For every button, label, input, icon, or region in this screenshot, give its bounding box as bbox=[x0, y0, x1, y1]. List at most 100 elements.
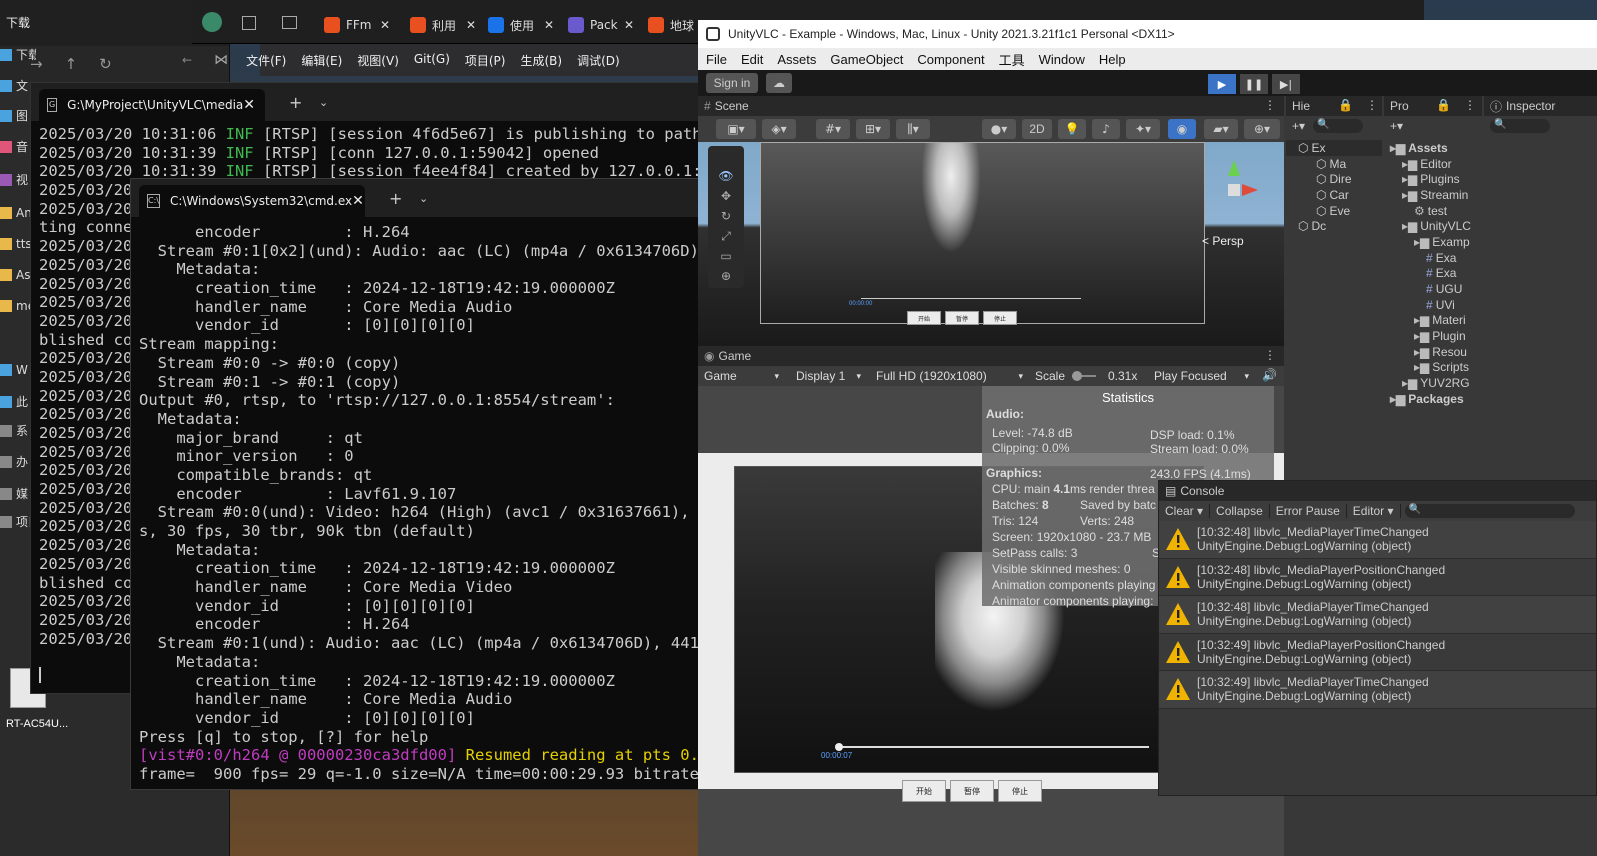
hierarchy-search[interactable]: 🔍 bbox=[1313, 119, 1364, 133]
collections-icon[interactable] bbox=[242, 16, 256, 30]
video-progress-thumb[interactable] bbox=[835, 743, 843, 751]
vs-menu-item[interactable]: Git(G) bbox=[414, 52, 450, 69]
close-icon[interactable]: ✕ bbox=[380, 18, 390, 32]
browser-profile-icon[interactable] bbox=[202, 12, 222, 32]
close-icon[interactable]: ✕ bbox=[466, 18, 476, 32]
project-tree-item[interactable]: ▸▆ Streamin bbox=[1384, 187, 1482, 203]
hidden-objects-icon[interactable]: ◉ bbox=[1168, 119, 1196, 139]
chevron-down-icon[interactable]: ⌄ bbox=[319, 96, 328, 109]
resolution-dropdown[interactable]: Full HD (1920x1080) bbox=[870, 366, 1028, 386]
video-control-button[interactable]: 停止 bbox=[998, 780, 1042, 802]
audio-icon[interactable]: 🔊 bbox=[1262, 368, 1277, 382]
scale-slider-thumb[interactable] bbox=[1072, 371, 1082, 381]
back-icon[interactable]: ← bbox=[182, 53, 192, 67]
hierarchy-item[interactable]: ⬡ Dire bbox=[1286, 171, 1382, 187]
play-button[interactable]: ▶ bbox=[1208, 74, 1236, 94]
collapse-button[interactable]: Collapse bbox=[1210, 504, 1270, 518]
more-options-icon[interactable]: ⋮ bbox=[1264, 348, 1276, 362]
more-options-icon[interactable]: ⋮ bbox=[1366, 98, 1378, 112]
project-tree-item[interactable]: ▸▆ Packages bbox=[1384, 391, 1482, 407]
project-tree-item[interactable]: # UVi bbox=[1384, 297, 1482, 313]
hierarchy-tab[interactable]: Hie 🔒 ⋮ bbox=[1286, 96, 1382, 116]
add-icon[interactable]: +▾ bbox=[1292, 119, 1305, 133]
console-log-entry[interactable]: [10:32:48] libvlc_MediaPlayerTimeChanged… bbox=[1159, 596, 1596, 634]
cloud-icon[interactable]: ☁ bbox=[766, 73, 792, 93]
vs-menu-item[interactable]: 编辑(E) bbox=[301, 52, 342, 69]
refresh-icon[interactable]: ↻ bbox=[99, 55, 112, 73]
editor-dropdown[interactable]: Editor ▾ bbox=[1347, 504, 1401, 518]
transform-tool-icon[interactable]: ⊕ bbox=[708, 266, 744, 286]
increment-snap-icon[interactable]: ⊞▾ bbox=[856, 119, 890, 139]
unity-menu-item[interactable]: Help bbox=[1099, 52, 1126, 67]
scene-tab[interactable]: # Scene ⋮ bbox=[698, 96, 1284, 116]
hierarchy-item[interactable]: ⬡ Car bbox=[1286, 187, 1382, 203]
inspector-tab[interactable]: ⓘ Inspector bbox=[1484, 96, 1597, 116]
hierarchy-item[interactable]: ⬡ Ma bbox=[1286, 156, 1382, 172]
hierarchy-item[interactable]: ⬡ Ex bbox=[1286, 140, 1382, 156]
project-tree-item[interactable]: ▸▆ Editor bbox=[1384, 156, 1482, 172]
lighting-icon[interactable]: 💡 bbox=[1058, 119, 1086, 139]
unity-menu-item[interactable]: GameObject bbox=[830, 52, 903, 67]
project-tree-item[interactable]: ▸▆ Plugin bbox=[1384, 328, 1482, 344]
project-tree-item[interactable]: ▸▆ Plugins bbox=[1384, 171, 1482, 187]
unity-menu-item[interactable]: 工具 bbox=[999, 50, 1025, 69]
vs-menu-item[interactable]: 生成(B) bbox=[520, 52, 562, 69]
camera-icon[interactable]: ▰▾ bbox=[1204, 119, 1238, 139]
console-log-entry[interactable]: [10:32:48] libvlc_MediaPlayerPositionCha… bbox=[1159, 558, 1596, 596]
project-tree-item[interactable]: ▸▆ Materi bbox=[1384, 313, 1482, 329]
terminal-tab[interactable]: G G:\MyProject\UnityVLC\media ✕ bbox=[39, 89, 265, 121]
view-tool-icon[interactable]: 👁 bbox=[708, 166, 744, 186]
new-tab-button[interactable]: + bbox=[389, 189, 402, 208]
rect-tool-icon[interactable]: ▭ bbox=[708, 246, 744, 266]
console-log-entry[interactable]: [10:32:49] libvlc_MediaPlayerPositionCha… bbox=[1159, 633, 1596, 671]
video-progress-bar[interactable] bbox=[839, 746, 1149, 748]
2d-toggle-button[interactable]: 2D bbox=[1022, 119, 1052, 139]
add-icon[interactable]: +▾ bbox=[1390, 119, 1403, 133]
new-tab-button[interactable]: + bbox=[289, 93, 302, 112]
chevron-down-icon[interactable]: ⌄ bbox=[419, 192, 428, 205]
close-icon[interactable]: ✕ bbox=[544, 18, 554, 32]
video-control-button[interactable]: 开始 bbox=[902, 780, 946, 802]
lock-icon[interactable]: 🔒 bbox=[1436, 98, 1451, 112]
error-pause-button[interactable]: Error Pause bbox=[1270, 504, 1347, 518]
unity-menu-item[interactable]: Component bbox=[917, 52, 984, 67]
browser-tab[interactable]: 利用 ✕ bbox=[404, 8, 482, 42]
more-options-icon[interactable]: ⋮ bbox=[1464, 98, 1476, 112]
play-focused-dropdown[interactable]: Play Focused bbox=[1148, 366, 1254, 386]
project-tree-item[interactable]: ▸▆ Scripts bbox=[1384, 360, 1482, 376]
console-log-entry[interactable]: [10:32:48] libvlc_MediaPlayerTimeChanged… bbox=[1159, 521, 1596, 559]
draw-mode-dropdown[interactable]: ▣▾ bbox=[716, 119, 756, 139]
project-tab[interactable]: Pro 🔒 ⋮ bbox=[1384, 96, 1482, 116]
scene-gizmo[interactable] bbox=[1214, 160, 1258, 220]
desktop-file-label[interactable]: RT-AC54U... bbox=[6, 718, 68, 730]
unity-menu-item[interactable]: Edit bbox=[741, 52, 763, 67]
console-search[interactable]: 🔍 bbox=[1404, 504, 1575, 518]
browser-tab[interactable]: FFm ✕ bbox=[318, 8, 396, 42]
lock-icon[interactable]: 🔒 bbox=[1338, 98, 1353, 112]
vs-menu-item[interactable]: 调试(D) bbox=[577, 52, 620, 69]
vs-menu-item[interactable]: 文件(F) bbox=[246, 52, 286, 69]
close-icon[interactable]: ✕ bbox=[352, 193, 364, 209]
project-tree-item[interactable]: ▸▆ UnityVLC bbox=[1384, 218, 1482, 234]
vs-menu-item[interactable]: 视图(V) bbox=[357, 52, 399, 69]
up-icon[interactable]: ↑ bbox=[65, 55, 78, 73]
close-icon[interactable]: ✕ bbox=[243, 97, 255, 113]
shading-dropdown[interactable]: ◈▾ bbox=[762, 119, 796, 139]
video-control-button[interactable]: 暂停 bbox=[950, 780, 994, 802]
hierarchy-item[interactable]: ⬡ Eve bbox=[1286, 203, 1382, 219]
project-tree-item[interactable]: ▸▆ YUV2RG bbox=[1384, 375, 1482, 391]
display-dropdown[interactable]: Display 1 bbox=[790, 366, 866, 386]
scale-tool-icon[interactable]: ⤢ bbox=[708, 226, 744, 246]
scene-viewport[interactable]: 00:00:00 开始 暂停 停止 👁 ✥ ↻ ⤢ ▭ ⊕ < Persp bbox=[698, 142, 1284, 346]
browser-tab[interactable]: 使用 ✕ bbox=[482, 8, 560, 42]
tab-actions-icon[interactable] bbox=[282, 16, 297, 29]
audio-mute-icon[interactable]: ♪ bbox=[1092, 119, 1120, 139]
terminal-tab[interactable]: C:\ C:\Windows\System32\cmd.ex ✕ bbox=[139, 185, 365, 217]
project-tree-item[interactable]: # Exa bbox=[1384, 266, 1482, 282]
rotate-tool-icon[interactable]: ↻ bbox=[708, 206, 744, 226]
console-log-entry[interactable]: [10:32:49] libvlc_MediaPlayerTimeChanged… bbox=[1159, 671, 1596, 709]
more-options-icon[interactable]: ⋮ bbox=[1264, 98, 1276, 112]
clear-button[interactable]: Clear ▾ bbox=[1159, 504, 1211, 518]
project-tree-item[interactable]: ▸▆ Assets bbox=[1384, 140, 1482, 156]
move-tool-icon[interactable]: ✥ bbox=[708, 186, 744, 206]
